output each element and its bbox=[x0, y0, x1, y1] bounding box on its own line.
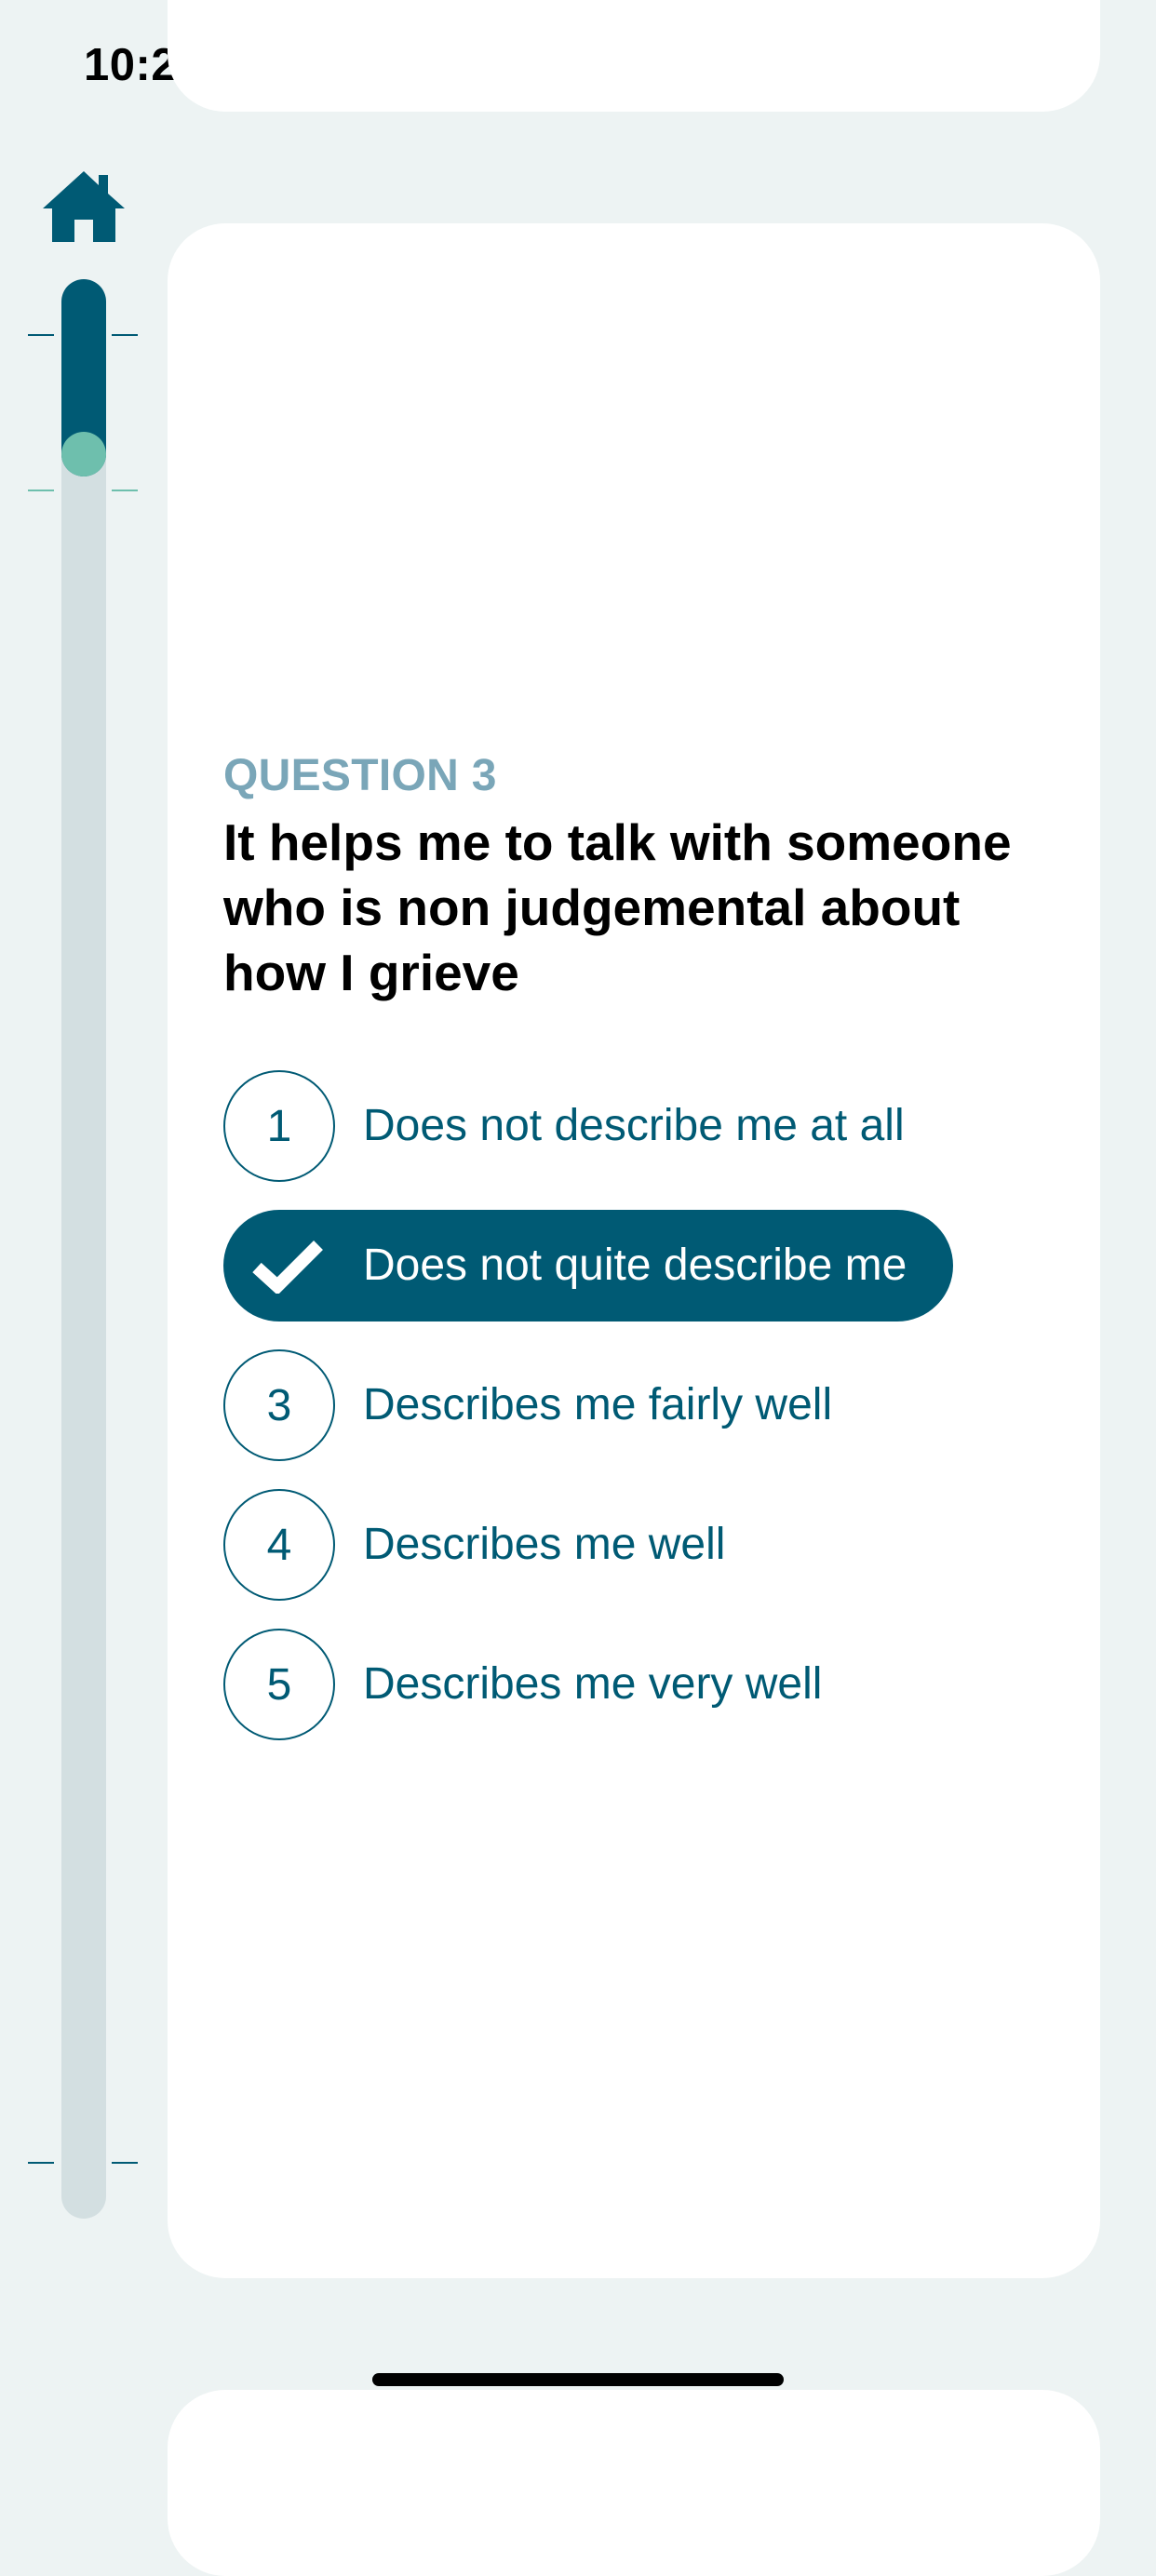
home-icon bbox=[43, 171, 125, 242]
progress-knob[interactable] bbox=[61, 432, 106, 476]
home-button[interactable] bbox=[39, 168, 128, 246]
option-number-circle: 4 bbox=[223, 1489, 335, 1601]
option-label: Describes me fairly well bbox=[363, 1380, 833, 1429]
answer-option-4[interactable]: 4 Describes me well bbox=[223, 1489, 1061, 1601]
option-label: Describes me very well bbox=[363, 1659, 823, 1709]
previous-question-card[interactable] bbox=[168, 0, 1100, 112]
answer-options: 1 Does not describe me at all Does not q… bbox=[223, 1070, 1061, 1768]
option-label: Describes me well bbox=[363, 1520, 726, 1569]
option-number-circle: 1 bbox=[223, 1070, 335, 1182]
question-block: QUESTION 3 It helps me to talk with some… bbox=[223, 748, 1061, 1005]
answer-option-1[interactable]: 1 Does not describe me at all bbox=[223, 1070, 1061, 1182]
progress-tick bbox=[28, 334, 54, 336]
progress-tick bbox=[112, 490, 138, 491]
home-indicator[interactable] bbox=[372, 2373, 784, 2386]
question-text: It helps me to talk with someone who is … bbox=[223, 813, 1012, 1001]
next-question-card[interactable] bbox=[168, 2390, 1100, 2576]
progress-track[interactable] bbox=[61, 279, 106, 2219]
option-label: Does not quite describe me bbox=[363, 1241, 907, 1290]
answer-option-3[interactable]: 3 Describes me fairly well bbox=[223, 1349, 1061, 1461]
option-number-circle: 3 bbox=[223, 1349, 335, 1461]
progress-tick bbox=[28, 2162, 54, 2164]
progress-tick bbox=[28, 490, 54, 491]
answer-option-5[interactable]: 5 Describes me very well bbox=[223, 1629, 1061, 1740]
option-label: Does not describe me at all bbox=[363, 1101, 905, 1150]
question-number: QUESTION 3 bbox=[223, 751, 497, 800]
option-number-circle: 5 bbox=[223, 1629, 335, 1740]
checkmark-icon bbox=[252, 1241, 323, 1294]
progress-tick bbox=[112, 334, 138, 336]
progress-tick bbox=[112, 2162, 138, 2164]
answer-option-2[interactable]: Does not quite describe me bbox=[223, 1210, 1061, 1322]
